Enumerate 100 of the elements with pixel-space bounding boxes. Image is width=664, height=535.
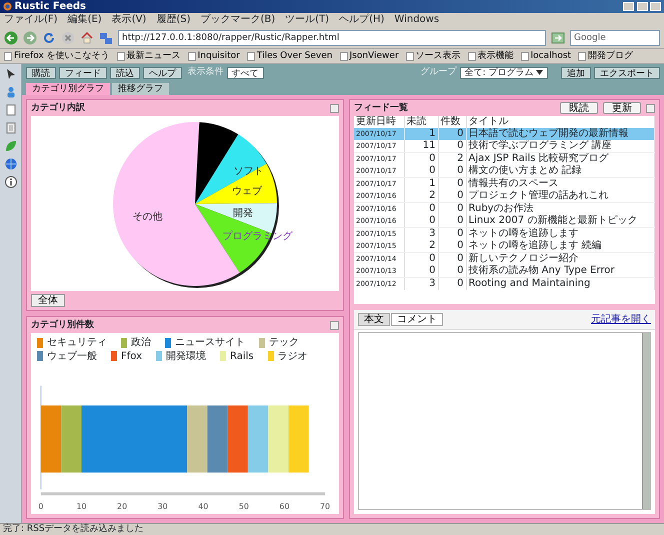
table-cell: 0 [438, 190, 466, 202]
legend-label: ニュースサイト [175, 337, 245, 348]
bookmark-link[interactable]: JsonViewer [340, 50, 399, 62]
table-cell: 3 [404, 228, 438, 240]
legend-label: 開発環境 [166, 350, 206, 362]
table-cell: ネットの噂を追跡します 続編 [466, 240, 654, 252]
table-cell: 2 [404, 190, 438, 202]
minimize-button[interactable] [646, 104, 655, 112]
group-dropdown[interactable]: 全て: プログラム [460, 66, 548, 78]
header-button[interactable]: 更新 [603, 102, 641, 114]
reload-icon[interactable] [42, 30, 56, 44]
bookmark-link[interactable]: 最新ニュース [116, 50, 181, 62]
minimize-button[interactable] [330, 104, 339, 112]
scrollbar[interactable] [642, 333, 650, 509]
globe-icon [3, 2, 12, 11]
menu-item[interactable]: ツール(T) [285, 14, 330, 26]
bookmark-link[interactable]: localhost [520, 50, 572, 62]
menu-item[interactable]: ファイル(F) [4, 14, 58, 26]
toolbar-button[interactable]: ヘルプ [143, 66, 182, 78]
home-icon[interactable] [80, 30, 94, 44]
legend-label: ウェブ一般 [47, 350, 97, 362]
table-cell: 0 [404, 152, 438, 165]
toolbar-button[interactable]: 購読 [26, 66, 56, 78]
page-icon[interactable] [4, 104, 16, 116]
open-article-link[interactable]: 元記事を開く [591, 314, 651, 326]
table-cell: 0 [438, 278, 466, 290]
legend-label: ラジオ [278, 350, 308, 362]
cursor-icon[interactable] [4, 68, 16, 80]
panel-title: カテゴリ別件数 [31, 320, 94, 330]
menu-item[interactable]: ヘルプ(H) [339, 14, 384, 26]
bookmark-link[interactable]: ソース表示 [406, 50, 461, 62]
table-cell: 0 [438, 202, 466, 215]
back-icon[interactable] [4, 30, 18, 44]
table-cell: 0 [404, 215, 438, 228]
bookmark-link[interactable]: Firefox を使いこなそう [4, 50, 110, 62]
forward-icon[interactable] [23, 30, 37, 44]
table-cell: 0 [438, 252, 466, 265]
tab[interactable]: カテゴリ別グラフ [26, 83, 110, 95]
person-icon[interactable] [4, 86, 16, 98]
bookmark-link[interactable]: Inquisitor [188, 50, 240, 62]
table-cell: 0 [438, 240, 466, 252]
bar-segment [268, 405, 289, 473]
table-cell: 0 [404, 202, 438, 215]
table-cell: 2 [404, 240, 438, 252]
toolbar-button[interactable]: 追加 [561, 66, 591, 78]
table-cell: 1 [404, 128, 438, 140]
table-cell: 0 [404, 165, 438, 178]
bar-segment [228, 405, 248, 473]
bookmark-link[interactable]: Tiles Over Seven [246, 50, 332, 62]
table-cell: ネットの噂を追跡します [466, 228, 654, 240]
tab[interactable]: 推移グラフ [112, 83, 169, 95]
table-cell: 11 [404, 140, 438, 152]
search-field[interactable]: Google [570, 30, 660, 46]
table-cell: 新しいテクノロジー紹介 [466, 252, 654, 265]
bar-segment [248, 405, 268, 473]
info-icon[interactable] [4, 176, 16, 188]
menu-item[interactable]: ブックマーク(B) [200, 14, 276, 26]
page-icon[interactable] [4, 122, 16, 134]
slice-label: プログラミング [222, 231, 292, 242]
bar-segment [207, 405, 228, 473]
table-cell: 0 [438, 140, 466, 152]
minimize-button[interactable] [330, 320, 339, 330]
bookmark-link[interactable]: 表示機能 [468, 50, 514, 62]
legend-label: 政治 [131, 337, 151, 348]
network-icon[interactable] [99, 30, 113, 44]
tab[interactable]: コメント [391, 313, 443, 326]
table-cell: Rubyのお作法 [466, 202, 654, 215]
go-icon[interactable] [551, 30, 565, 44]
panel-title: フィード一覧 [354, 102, 408, 114]
table-cell: 技術系の読み物 Any Type Error [466, 265, 654, 278]
legend-label: セキュリティ [47, 337, 107, 348]
tick-label: 0 [38, 502, 44, 512]
menu-item[interactable]: 表示(V) [112, 14, 146, 26]
header-button[interactable]: 既読 [560, 102, 598, 114]
stop-icon[interactable] [61, 30, 75, 44]
tick-label: 10 [76, 502, 86, 512]
tab[interactable]: 本文 [358, 313, 390, 326]
leaf-icon[interactable] [4, 140, 16, 152]
menu-item[interactable]: 編集(E) [68, 14, 102, 26]
tick-label: 40 [198, 502, 208, 512]
globe-icon[interactable] [4, 158, 16, 170]
maximize-button[interactable] [636, 2, 648, 11]
filter-dropdown[interactable]: すべて [226, 66, 264, 78]
tick-label: 30 [158, 502, 168, 512]
status-text: 完了: RSSデータを読み込みました [3, 524, 144, 535]
url-field[interactable]: http://127.0.0.1:8080/rapper/Rustic/Rapper.html [118, 30, 546, 46]
toolbar-button[interactable]: 読込 [110, 66, 140, 78]
table-cell: Rooting and Maintaining [466, 278, 654, 290]
toolbar-button[interactable]: エクスポート [594, 66, 660, 78]
all-button[interactable]: 全体 [31, 294, 65, 307]
panel-title: カテゴリ内訳 [31, 102, 85, 114]
menu-item[interactable]: 履歴(S) [156, 14, 190, 26]
table-cell: 0 [438, 178, 466, 190]
menu-item[interactable]: Windows [394, 14, 440, 26]
tick-label: 60 [279, 502, 290, 512]
bookmark-link[interactable]: 開発ブログ [578, 50, 634, 62]
legend-label: Ffox [121, 350, 142, 362]
toolbar-button[interactable]: フィード [59, 66, 107, 78]
table-cell: 0 [404, 252, 438, 265]
table-cell: 2 [438, 152, 466, 165]
